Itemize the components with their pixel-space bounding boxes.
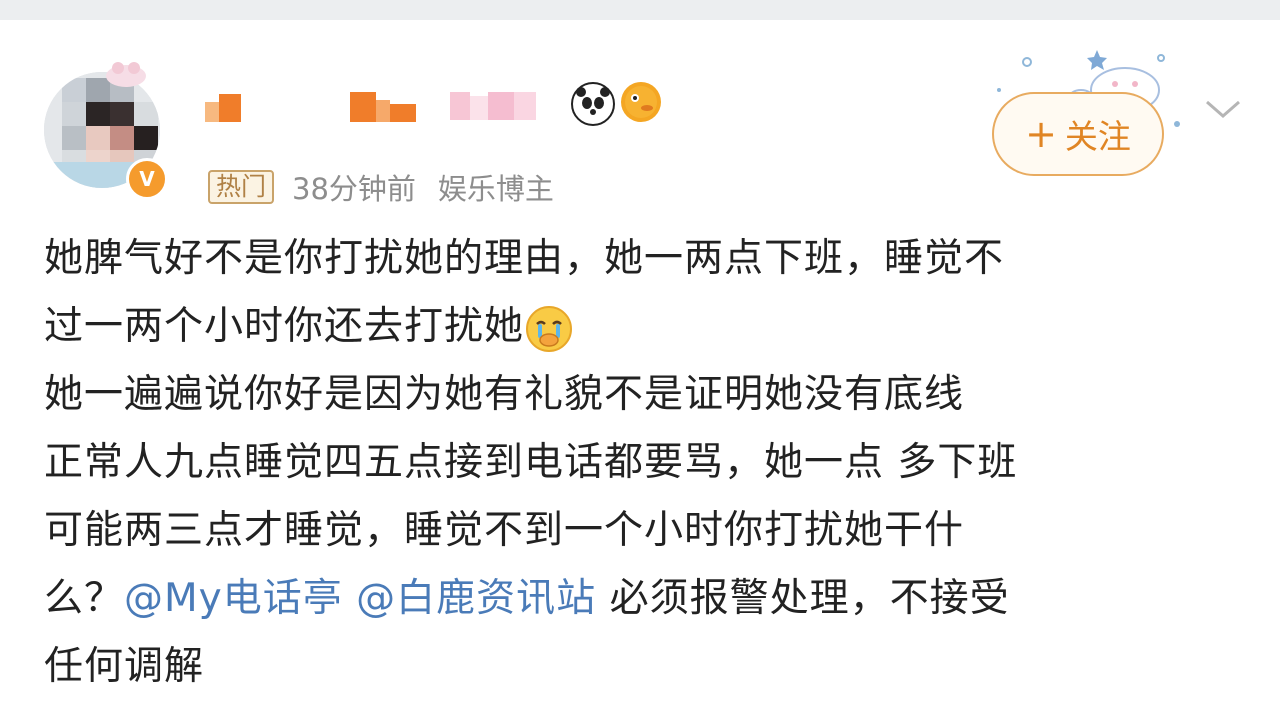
post-line: 过一两个小时你还去打扰她 bbox=[44, 293, 1244, 361]
post-line: 任何调解 bbox=[44, 644, 205, 689]
post-line: 她一遍遍说你好是因为她有礼貌不是证明她没有底线 bbox=[44, 372, 965, 417]
panda-emoji-icon bbox=[571, 82, 615, 126]
post-text: 么？ bbox=[44, 576, 125, 621]
post-time: 38分钟前 bbox=[292, 172, 416, 206]
username-obscured[interactable] bbox=[205, 82, 675, 146]
mention-link[interactable]: @My电话亭 bbox=[124, 576, 343, 621]
crying-face-emoji-icon bbox=[526, 305, 573, 352]
post-content: 她脾气好不是你打扰她的理由，她一两点下班，睡觉不 过一两个小时你还去打扰她 她一… bbox=[44, 225, 1244, 701]
author-identity: 娱乐博主 bbox=[437, 172, 554, 206]
chevron-down-icon[interactable] bbox=[1203, 94, 1243, 124]
post-line: 么？@My电话亭 @白鹿资讯站 必须报警处理，不接受 bbox=[44, 565, 1244, 633]
post-line: 可能两三点才睡觉，睡觉不到一个小时你打扰她干什 bbox=[44, 508, 965, 553]
hot-tag[interactable]: 热门 bbox=[208, 170, 275, 204]
plus-icon: + bbox=[1025, 112, 1057, 156]
post-text: 过一两个小时你还去打扰她 bbox=[44, 304, 525, 349]
top-status-strip bbox=[0, 0, 1280, 20]
pufferfish-emoji-icon bbox=[621, 82, 661, 122]
follow-label: 关注 bbox=[1064, 117, 1131, 156]
bunny-decoration-icon bbox=[106, 62, 146, 87]
post-line: 她脾气好不是你打扰她的理由，她一两点下班，睡觉不 bbox=[44, 236, 1005, 281]
avatar[interactable]: V bbox=[38, 58, 168, 208]
follow-button[interactable]: + 关注 bbox=[992, 92, 1164, 176]
post-line: 正常人九点睡觉四五点接到电话都要骂，她一点 多下班 bbox=[44, 440, 1018, 485]
post-text: 必须报警处理，不接受 bbox=[609, 576, 1010, 621]
mention-link[interactable]: @白鹿资讯站 bbox=[356, 576, 596, 621]
verified-badge-icon: V bbox=[126, 158, 168, 200]
post-meta: 热门 38分钟前 娱乐博主 bbox=[208, 167, 554, 207]
post-header: V 热门 38分钟前 娱乐博主 + 关注 bbox=[0, 20, 1280, 210]
